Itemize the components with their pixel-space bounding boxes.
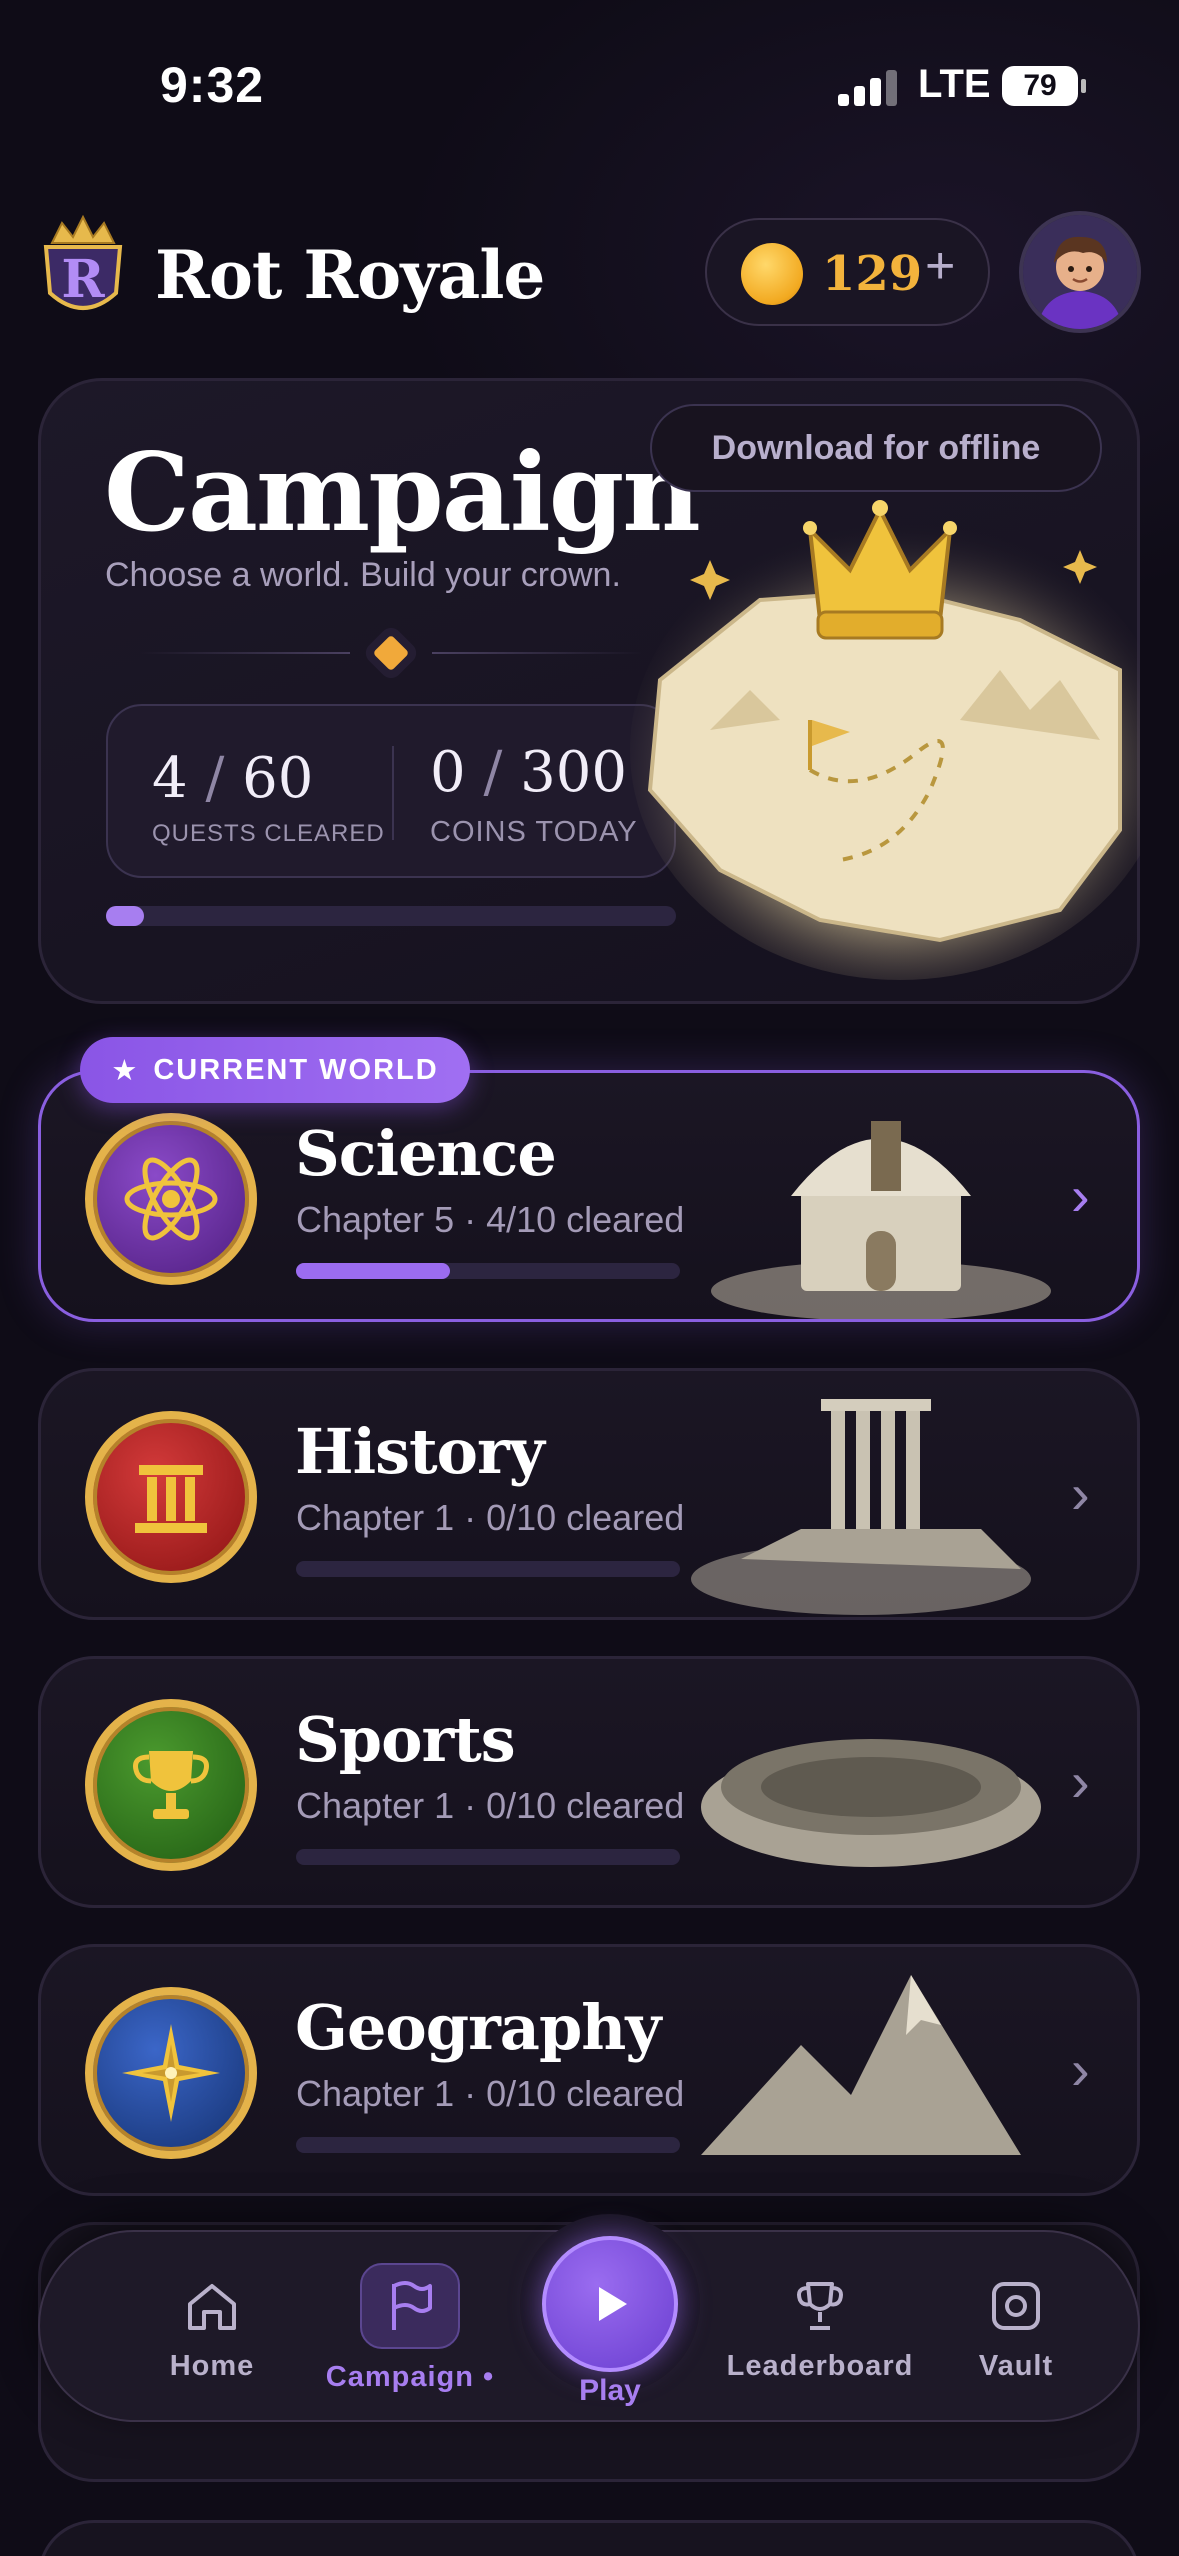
coin-icon <box>741 243 803 305</box>
chevron-right-icon: › <box>1071 1164 1090 1227</box>
chevron-right-icon: › <box>1071 1462 1090 1525</box>
world-progress-text: Chapter 1 · 0/10 cleared <box>296 2073 685 2114</box>
world-progress-text: Chapter 1 · 0/10 cleared <box>296 1497 685 1538</box>
play-button[interactable] <box>520 2214 700 2394</box>
world-card-partial <box>38 2520 1140 2556</box>
quests-cleared-value: 4 / 60 <box>152 746 314 811</box>
coins-today-value: 0 / 300 <box>430 740 627 805</box>
star-icon: ★ <box>111 1054 140 1087</box>
world-card-history[interactable]: History Chapter 1 · 0/10 cleared › <box>38 1368 1140 1620</box>
battery-icon: 79 <box>1002 66 1086 106</box>
coin-count: 129 <box>822 246 923 302</box>
world-progress-bar <box>296 2137 680 2153</box>
logo-letter: R <box>61 249 105 310</box>
compass-icon <box>85 1987 257 2159</box>
vault-icon <box>984 2274 1048 2338</box>
campaign-stats: 4 / 60 QUESTS CLEARED 0 / 300 COINS TODA… <box>106 704 676 878</box>
coin-balance[interactable]: 129 + <box>705 218 990 326</box>
tab-play-label: Play <box>579 2374 641 2407</box>
world-title: Sports <box>295 1703 516 1776</box>
mountains-illustration <box>681 1955 1061 2193</box>
play-icon <box>542 2236 678 2372</box>
quests-cleared-count: 4 <box>152 746 188 811</box>
crown-map-illustration <box>600 470 1170 990</box>
add-coins-button[interactable]: + <box>925 236 955 296</box>
world-card-science[interactable]: Science Chapter 5 · 4/10 cleared › <box>38 1070 1140 1322</box>
campaign-progress-fill <box>106 906 145 926</box>
column-icon <box>85 1411 257 1583</box>
stats-separator <box>392 746 394 840</box>
bottom-tab-bar: Home Campaign • Play Leaderboard Vault <box>38 2214 1140 2424</box>
page-subtitle: Choose a world. Build your crown. <box>105 556 621 594</box>
current-world-label: CURRENT WORLD <box>153 1053 439 1086</box>
tab-home[interactable]: Home <box>102 2232 322 2424</box>
world-progress-text: Chapter 5 · 4/10 cleared <box>296 1199 685 1240</box>
divider-left <box>140 652 350 654</box>
observatory-illustration <box>681 1081 1061 1319</box>
status-bar: 9:32 LTE 79 <box>0 0 1179 160</box>
tab-campaign-label: Campaign • <box>325 2360 495 2393</box>
atom-icon <box>85 1113 257 1285</box>
colosseum-illustration <box>681 1667 1061 1905</box>
tab-home-label: Home <box>169 2349 255 2382</box>
avatar[interactable] <box>1019 211 1141 333</box>
status-time: 9:32 <box>160 57 265 113</box>
world-progress-bar <box>296 1263 680 1279</box>
world-title: Geography <box>295 1991 661 2064</box>
chevron-right-icon: › <box>1071 2038 1090 2101</box>
world-title: Science <box>295 1117 557 1190</box>
world-title: History <box>295 1415 545 1488</box>
quests-cleared-label: QUESTS CLEARED <box>152 820 385 847</box>
quests-total: 60 <box>242 746 314 811</box>
world-card-sports[interactable]: Sports Chapter 1 · 0/10 cleared › <box>38 1656 1140 1908</box>
ruins-illustration <box>681 1379 1061 1617</box>
tab-vault-label: Vault <box>978 2349 1054 2382</box>
world-card-geography[interactable]: Geography Chapter 1 · 0/10 cleared › <box>38 1944 1140 2196</box>
trophy-icon <box>85 1699 257 1871</box>
tab-vault[interactable]: Vault <box>916 2232 1116 2424</box>
coins-today-count: 0 <box>430 740 466 805</box>
network-label: LTE <box>918 62 991 106</box>
app-logo: R <box>38 214 128 327</box>
tab-leaderboard[interactable]: Leaderboard <box>690 2232 950 2424</box>
current-world-badge: ★ CURRENT WORLD <box>80 1037 470 1103</box>
world-progress-text: Chapter 1 · 0/10 cleared <box>296 1785 685 1826</box>
app-title: Rot Royale <box>155 236 545 314</box>
world-progress-bar <box>296 1561 680 1577</box>
battery-level: 79 <box>1023 69 1057 102</box>
trophy-icon <box>788 2274 852 2338</box>
home-icon <box>180 2274 244 2338</box>
world-progress-fill <box>296 1263 450 1279</box>
tab-leaderboard-label: Leaderboard <box>726 2349 914 2382</box>
download-offline-button[interactable]: Download for offline <box>650 404 1102 492</box>
campaign-progress-bar <box>106 906 676 926</box>
tab-campaign[interactable]: Campaign • <box>290 2232 530 2424</box>
signal-icon <box>838 68 898 106</box>
world-progress-bar <box>296 1849 680 1865</box>
chevron-right-icon: › <box>1071 1750 1090 1813</box>
flag-icon <box>360 2262 460 2349</box>
campaign-screen: 9:32 LTE 79 R Rot Royale 129 + Download … <box>0 0 1179 2556</box>
